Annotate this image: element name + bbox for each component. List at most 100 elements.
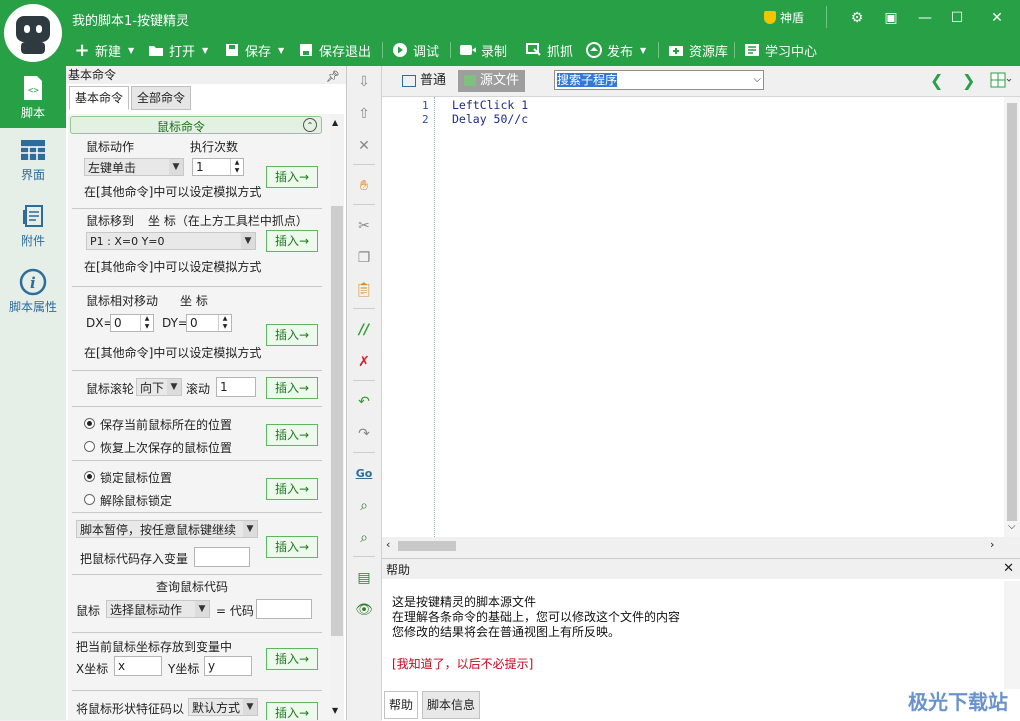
- resource-button[interactable]: 资源库: [668, 40, 728, 60]
- save-button[interactable]: 保存 ▼: [224, 40, 284, 60]
- insert-button[interactable]: 插入→: [266, 424, 318, 446]
- app-logo-icon: [4, 4, 62, 62]
- tab-basic-commands[interactable]: 基本命令: [69, 86, 130, 110]
- dx-spinner[interactable]: 0 ▲ ▼: [110, 314, 154, 332]
- insert-button[interactable]: 插入→: [266, 648, 318, 670]
- grab-button[interactable]: 抓抓: [526, 40, 573, 60]
- insert-button[interactable]: 插入→: [266, 324, 318, 346]
- paste-icon[interactable]: 📋︎: [354, 280, 374, 300]
- help-scrollbar[interactable]: [1004, 581, 1020, 689]
- account-button[interactable]: 神盾: [764, 9, 804, 26]
- scroll-thumb[interactable]: [331, 206, 343, 636]
- var-name-input[interactable]: [194, 547, 250, 567]
- radio-save-position[interactable]: [84, 418, 95, 429]
- next-arrow-icon[interactable]: ❯: [962, 71, 975, 90]
- close-icon[interactable]: ✕: [1003, 561, 1014, 576]
- pause-mode-select[interactable]: 脚本暂停，按任意鼠标键继续 ▼: [76, 520, 258, 538]
- editor-horizontal-scrollbar[interactable]: ‹ ›: [382, 538, 1004, 554]
- panel-scrollbar[interactable]: ▲ ▼: [330, 114, 344, 720]
- minimize-button[interactable]: —: [910, 8, 940, 28]
- tab-all-commands[interactable]: 全部命令: [131, 86, 192, 110]
- move-down-icon[interactable]: ⇩: [354, 72, 374, 92]
- insert-button[interactable]: 插入→: [266, 478, 318, 500]
- nav-item-attachment[interactable]: 附件: [0, 194, 66, 256]
- dismiss-hint-link[interactable]: [我知道了，以后不必提示]: [392, 655, 533, 672]
- panel-title-text: 基本命令: [68, 68, 117, 82]
- scroll-right-icon[interactable]: ›: [990, 538, 994, 551]
- scroll-down-icon[interactable]: ▼: [332, 706, 338, 715]
- code-editor[interactable]: 1 2 LeftClick 1 Delay 50//c: [382, 97, 1004, 537]
- hand-icon[interactable]: ✋︎: [354, 176, 374, 196]
- scroll-left-icon[interactable]: ‹: [386, 538, 390, 551]
- settings-icon[interactable]: ⚙: [842, 8, 872, 28]
- goto-icon[interactable]: Go: [354, 464, 374, 484]
- redo-icon[interactable]: ↷: [354, 424, 374, 444]
- radio-lock-mouse[interactable]: [84, 471, 95, 482]
- point-value: P1 : X=0 Y=0: [90, 235, 165, 248]
- tab-help[interactable]: 帮助: [384, 691, 419, 719]
- insert-button[interactable]: 插入→: [266, 702, 318, 720]
- open-button[interactable]: 打开 ▼: [148, 40, 208, 60]
- subroutine-search-select[interactable]: 搜索子程序 ⌵: [554, 70, 764, 90]
- close-button[interactable]: ✕: [982, 8, 1012, 28]
- spin-arrows-icon[interactable]: ▲ ▼: [140, 315, 153, 331]
- find-icon[interactable]: ⌕: [354, 496, 374, 516]
- point-select[interactable]: P1 : X=0 Y=0 ▼: [86, 232, 256, 250]
- code-line[interactable]: LeftClick 1: [452, 98, 528, 112]
- tab-normal-view[interactable]: 普通: [396, 70, 452, 92]
- shape-mode-select[interactable]: 默认方式 ▼: [188, 698, 258, 716]
- maximize-button[interactable]: ☐: [942, 8, 972, 28]
- publish-button[interactable]: 发布 ▼: [586, 40, 646, 60]
- mouse-action-select[interactable]: 左键单击 ▼: [84, 158, 184, 176]
- pin-icon[interactable]: 📌︎: [326, 68, 340, 86]
- code-line[interactable]: Delay 50//c: [452, 112, 528, 126]
- nav-item-script[interactable]: <> 脚本: [0, 66, 66, 128]
- code-input[interactable]: [256, 599, 312, 619]
- spin-arrows-icon[interactable]: ▲ ▼: [218, 315, 231, 331]
- radio-restore-position[interactable]: [84, 441, 95, 452]
- learn-center-button[interactable]: 学习中心: [744, 40, 817, 60]
- nav-item-ui[interactable]: 界面: [0, 128, 66, 190]
- nav-item-properties[interactable]: i 脚本属性: [0, 260, 66, 322]
- save-exit-button[interactable]: 保存退出: [298, 40, 371, 60]
- group-header-mouse[interactable]: 鼠标命令 ⌃: [70, 116, 322, 134]
- view-icon[interactable]: ▤: [354, 568, 374, 588]
- scroll-thumb[interactable]: [398, 541, 456, 551]
- insert-button[interactable]: 插入→: [266, 377, 318, 399]
- dy-spinner[interactable]: 0 ▲ ▼: [186, 314, 232, 332]
- skin-icon[interactable]: ▣: [876, 8, 906, 28]
- comment-icon[interactable]: //: [354, 320, 374, 340]
- uncomment-icon[interactable]: ✗: [354, 352, 374, 372]
- editor-vertical-scrollbar[interactable]: ⌵: [1004, 97, 1020, 537]
- eye-icon[interactable]: 👁︎: [354, 600, 374, 620]
- collapse-icon[interactable]: ⌃: [303, 118, 317, 132]
- cut-icon[interactable]: ✂: [354, 216, 374, 236]
- unlock-mouse-label: 解除鼠标锁定: [100, 494, 173, 508]
- x-var-input[interactable]: x: [114, 656, 162, 676]
- radio-unlock-mouse[interactable]: [84, 494, 95, 505]
- mouse-event-select[interactable]: 选择鼠标动作 ▼: [106, 600, 210, 618]
- y-var-input[interactable]: y: [204, 656, 252, 676]
- layout-grid-icon[interactable]: [990, 72, 1012, 90]
- insert-button[interactable]: 插入→: [266, 166, 318, 188]
- move-up-icon[interactable]: ⇧: [354, 104, 374, 124]
- scroll-thumb[interactable]: [1007, 103, 1017, 521]
- record-button[interactable]: 录制: [460, 40, 507, 60]
- insert-button[interactable]: 插入→: [266, 230, 318, 252]
- prev-arrow-icon[interactable]: ❮: [930, 71, 943, 90]
- tab-source-view[interactable]: 源文件: [458, 70, 526, 92]
- scroll-down-icon[interactable]: ⌵: [1008, 521, 1016, 532]
- delete-icon[interactable]: ✕: [354, 136, 374, 156]
- scroll-up-icon[interactable]: ▲: [332, 118, 338, 127]
- spin-arrows-icon[interactable]: ▲ ▼: [230, 159, 243, 175]
- exec-count-spinner[interactable]: 1 ▲ ▼: [192, 158, 244, 176]
- replace-icon[interactable]: ⌕: [354, 528, 374, 548]
- copy-icon[interactable]: ❐: [354, 248, 374, 268]
- new-button[interactable]: + 新建 ▼: [74, 40, 134, 61]
- undo-icon[interactable]: ↶: [354, 392, 374, 412]
- wheel-direction-select[interactable]: 向下 ▼: [136, 378, 182, 396]
- scroll-amount-input[interactable]: 1: [216, 377, 256, 397]
- insert-button[interactable]: 插入→: [266, 536, 318, 558]
- tab-script-info[interactable]: 脚本信息: [422, 691, 481, 719]
- debug-button[interactable]: 调试: [392, 40, 439, 60]
